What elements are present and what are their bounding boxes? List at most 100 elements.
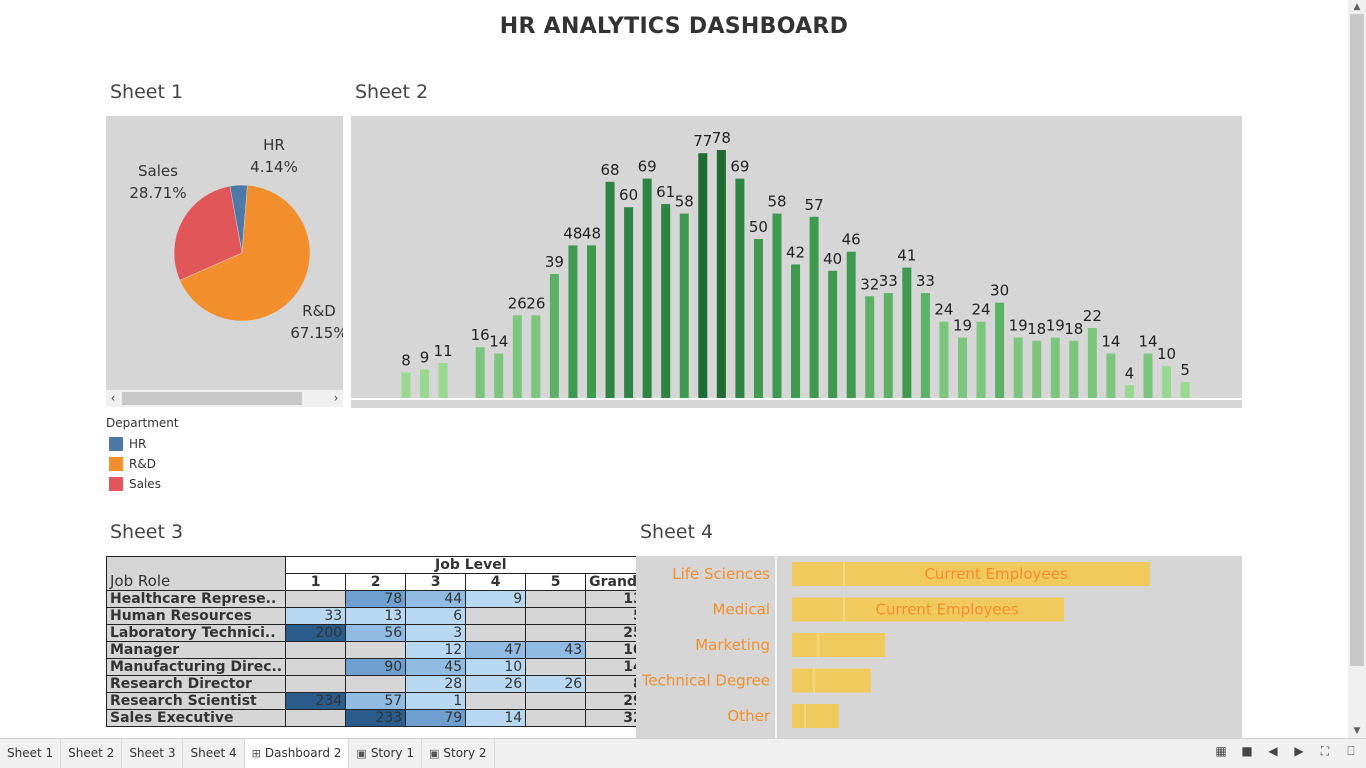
bar[interactable] xyxy=(976,321,986,398)
value-cell[interactable]: 57 xyxy=(345,692,407,710)
bar[interactable] xyxy=(883,293,893,398)
value-cell[interactable]: 26 xyxy=(525,675,587,693)
bar[interactable] xyxy=(698,153,708,398)
bar[interactable] xyxy=(1032,340,1042,398)
bar[interactable] xyxy=(791,264,801,398)
scroll-thumb[interactable] xyxy=(1350,14,1364,666)
value-cell[interactable]: 28 xyxy=(405,675,467,693)
value-cell[interactable] xyxy=(525,590,587,608)
bar[interactable] xyxy=(494,353,504,398)
tab-sheet-4[interactable]: Sheet 4 xyxy=(183,739,245,768)
table-row[interactable]: Healthcare Represe..78449131 xyxy=(105,590,657,608)
value-cell[interactable] xyxy=(525,624,587,642)
value-cell[interactable]: 78 xyxy=(345,590,407,608)
value-cell[interactable]: 45 xyxy=(405,658,467,676)
value-cell[interactable]: 234 xyxy=(285,692,347,710)
vertical-scrollbar[interactable]: ▲ ▼ xyxy=(1348,0,1366,738)
bar[interactable] xyxy=(438,363,448,398)
value-cell[interactable]: 13 xyxy=(345,607,407,625)
bar[interactable] xyxy=(735,178,745,398)
bar[interactable] xyxy=(846,251,856,398)
scroll-right-icon[interactable]: › xyxy=(329,390,343,407)
bar[interactable] xyxy=(920,293,930,398)
scroll-thumb[interactable] xyxy=(122,392,302,405)
bar[interactable] xyxy=(549,274,559,398)
pie-chart-panel[interactable]: HR 4.14% R&D 67.15% Sales 28.71% xyxy=(106,116,348,390)
bar[interactable] xyxy=(420,369,430,398)
horizontal-scrollbar[interactable]: ‹ › xyxy=(106,390,343,407)
value-cell[interactable]: 200 xyxy=(285,624,347,642)
value-cell[interactable]: 3 xyxy=(405,624,467,642)
tab-sheet-1[interactable]: Sheet 1 xyxy=(0,739,62,768)
value-cell[interactable]: 26 xyxy=(465,675,527,693)
bar[interactable] xyxy=(679,213,689,398)
presentation-icon[interactable]: ⎕ xyxy=(1344,744,1358,759)
next-sheet-icon[interactable]: ▶ xyxy=(1292,744,1306,759)
scroll-up-icon[interactable]: ▲ xyxy=(1348,0,1366,14)
scroll-left-icon[interactable]: ‹ xyxy=(106,390,120,407)
value-cell[interactable]: 79 xyxy=(405,709,467,727)
tab-story-1[interactable]: ▣ Story 1 xyxy=(349,739,422,768)
grid-view-icon[interactable]: ▦ xyxy=(1214,744,1228,759)
table-row[interactable]: Sales Executive2337914326 xyxy=(105,709,657,727)
bar[interactable] xyxy=(531,315,541,398)
bar[interactable] xyxy=(792,668,871,693)
value-cell[interactable] xyxy=(525,692,587,710)
bar[interactable] xyxy=(809,216,819,398)
bar[interactable] xyxy=(1050,337,1060,398)
bar[interactable] xyxy=(1143,353,1153,398)
bar[interactable] xyxy=(475,347,485,398)
bar-chart-panel[interactable]: 8 9 11 16 14 26 26 39 48 48 68 60 69 61 58 77 78 69 50 58 42… xyxy=(351,116,1242,408)
bar[interactable] xyxy=(828,270,838,398)
table-row[interactable]: Laboratory Technici..200563259 xyxy=(105,624,657,642)
bar[interactable] xyxy=(865,296,875,398)
value-cell[interactable]: 6 xyxy=(405,607,467,625)
value-cell[interactable]: 233 xyxy=(345,709,407,727)
legend-item-hr[interactable]: HR xyxy=(106,434,179,454)
value-cell[interactable]: 43 xyxy=(525,641,587,659)
bar[interactable] xyxy=(587,245,596,398)
scroll-down-icon[interactable]: ▼ xyxy=(1348,724,1366,738)
value-cell[interactable]: 14 xyxy=(465,709,527,727)
value-cell[interactable] xyxy=(465,692,527,710)
legend-item-sales[interactable]: Sales xyxy=(106,474,179,494)
value-cell[interactable] xyxy=(525,607,587,625)
value-cell[interactable] xyxy=(285,658,347,676)
bar[interactable] xyxy=(568,245,578,398)
bar[interactable] xyxy=(624,207,634,398)
value-cell[interactable]: 12 xyxy=(405,641,467,659)
bar[interactable] xyxy=(1106,353,1116,398)
bar[interactable] xyxy=(1162,366,1172,398)
table-row[interactable]: Manufacturing Direc..904510145 xyxy=(105,658,657,676)
value-cell[interactable] xyxy=(345,675,407,693)
value-cell[interactable]: 56 xyxy=(345,624,407,642)
table-row[interactable]: Research Scientist234571292 xyxy=(105,692,657,710)
value-cell[interactable]: 33 xyxy=(285,607,347,625)
bar[interactable] xyxy=(792,704,839,728)
tab-sheet-3[interactable]: Sheet 3 xyxy=(122,739,184,768)
bar[interactable] xyxy=(939,321,949,398)
value-cell[interactable]: 90 xyxy=(345,658,407,676)
bar[interactable] xyxy=(1180,382,1190,398)
value-cell[interactable] xyxy=(285,590,347,608)
prev-sheet-icon[interactable]: ◀ xyxy=(1266,744,1280,759)
bar[interactable] xyxy=(1069,340,1079,398)
filmstrip-view-icon[interactable]: ■ xyxy=(1240,744,1254,759)
bar[interactable] xyxy=(753,239,763,398)
bar[interactable] xyxy=(605,181,615,398)
bar[interactable] xyxy=(512,315,522,398)
value-cell[interactable] xyxy=(465,607,527,625)
bar[interactable] xyxy=(1087,328,1097,398)
fit-screen-icon[interactable]: ⛶ xyxy=(1318,744,1332,759)
value-cell[interactable] xyxy=(345,641,407,659)
value-cell[interactable]: 1 xyxy=(405,692,467,710)
table-row[interactable]: Research Director28262680 xyxy=(105,675,657,693)
value-cell[interactable]: 44 xyxy=(405,590,467,608)
bar[interactable] xyxy=(995,302,1005,398)
value-cell[interactable] xyxy=(465,624,527,642)
legend-item-rnd[interactable]: R&D xyxy=(106,454,179,474)
bar[interactable] xyxy=(772,213,782,398)
bar[interactable] xyxy=(902,267,912,398)
crosstab-table[interactable]: Job Role Job Level 1 2 3 4 5 Grand .. Healthcare… xyxy=(105,556,657,727)
value-cell[interactable] xyxy=(525,709,587,727)
